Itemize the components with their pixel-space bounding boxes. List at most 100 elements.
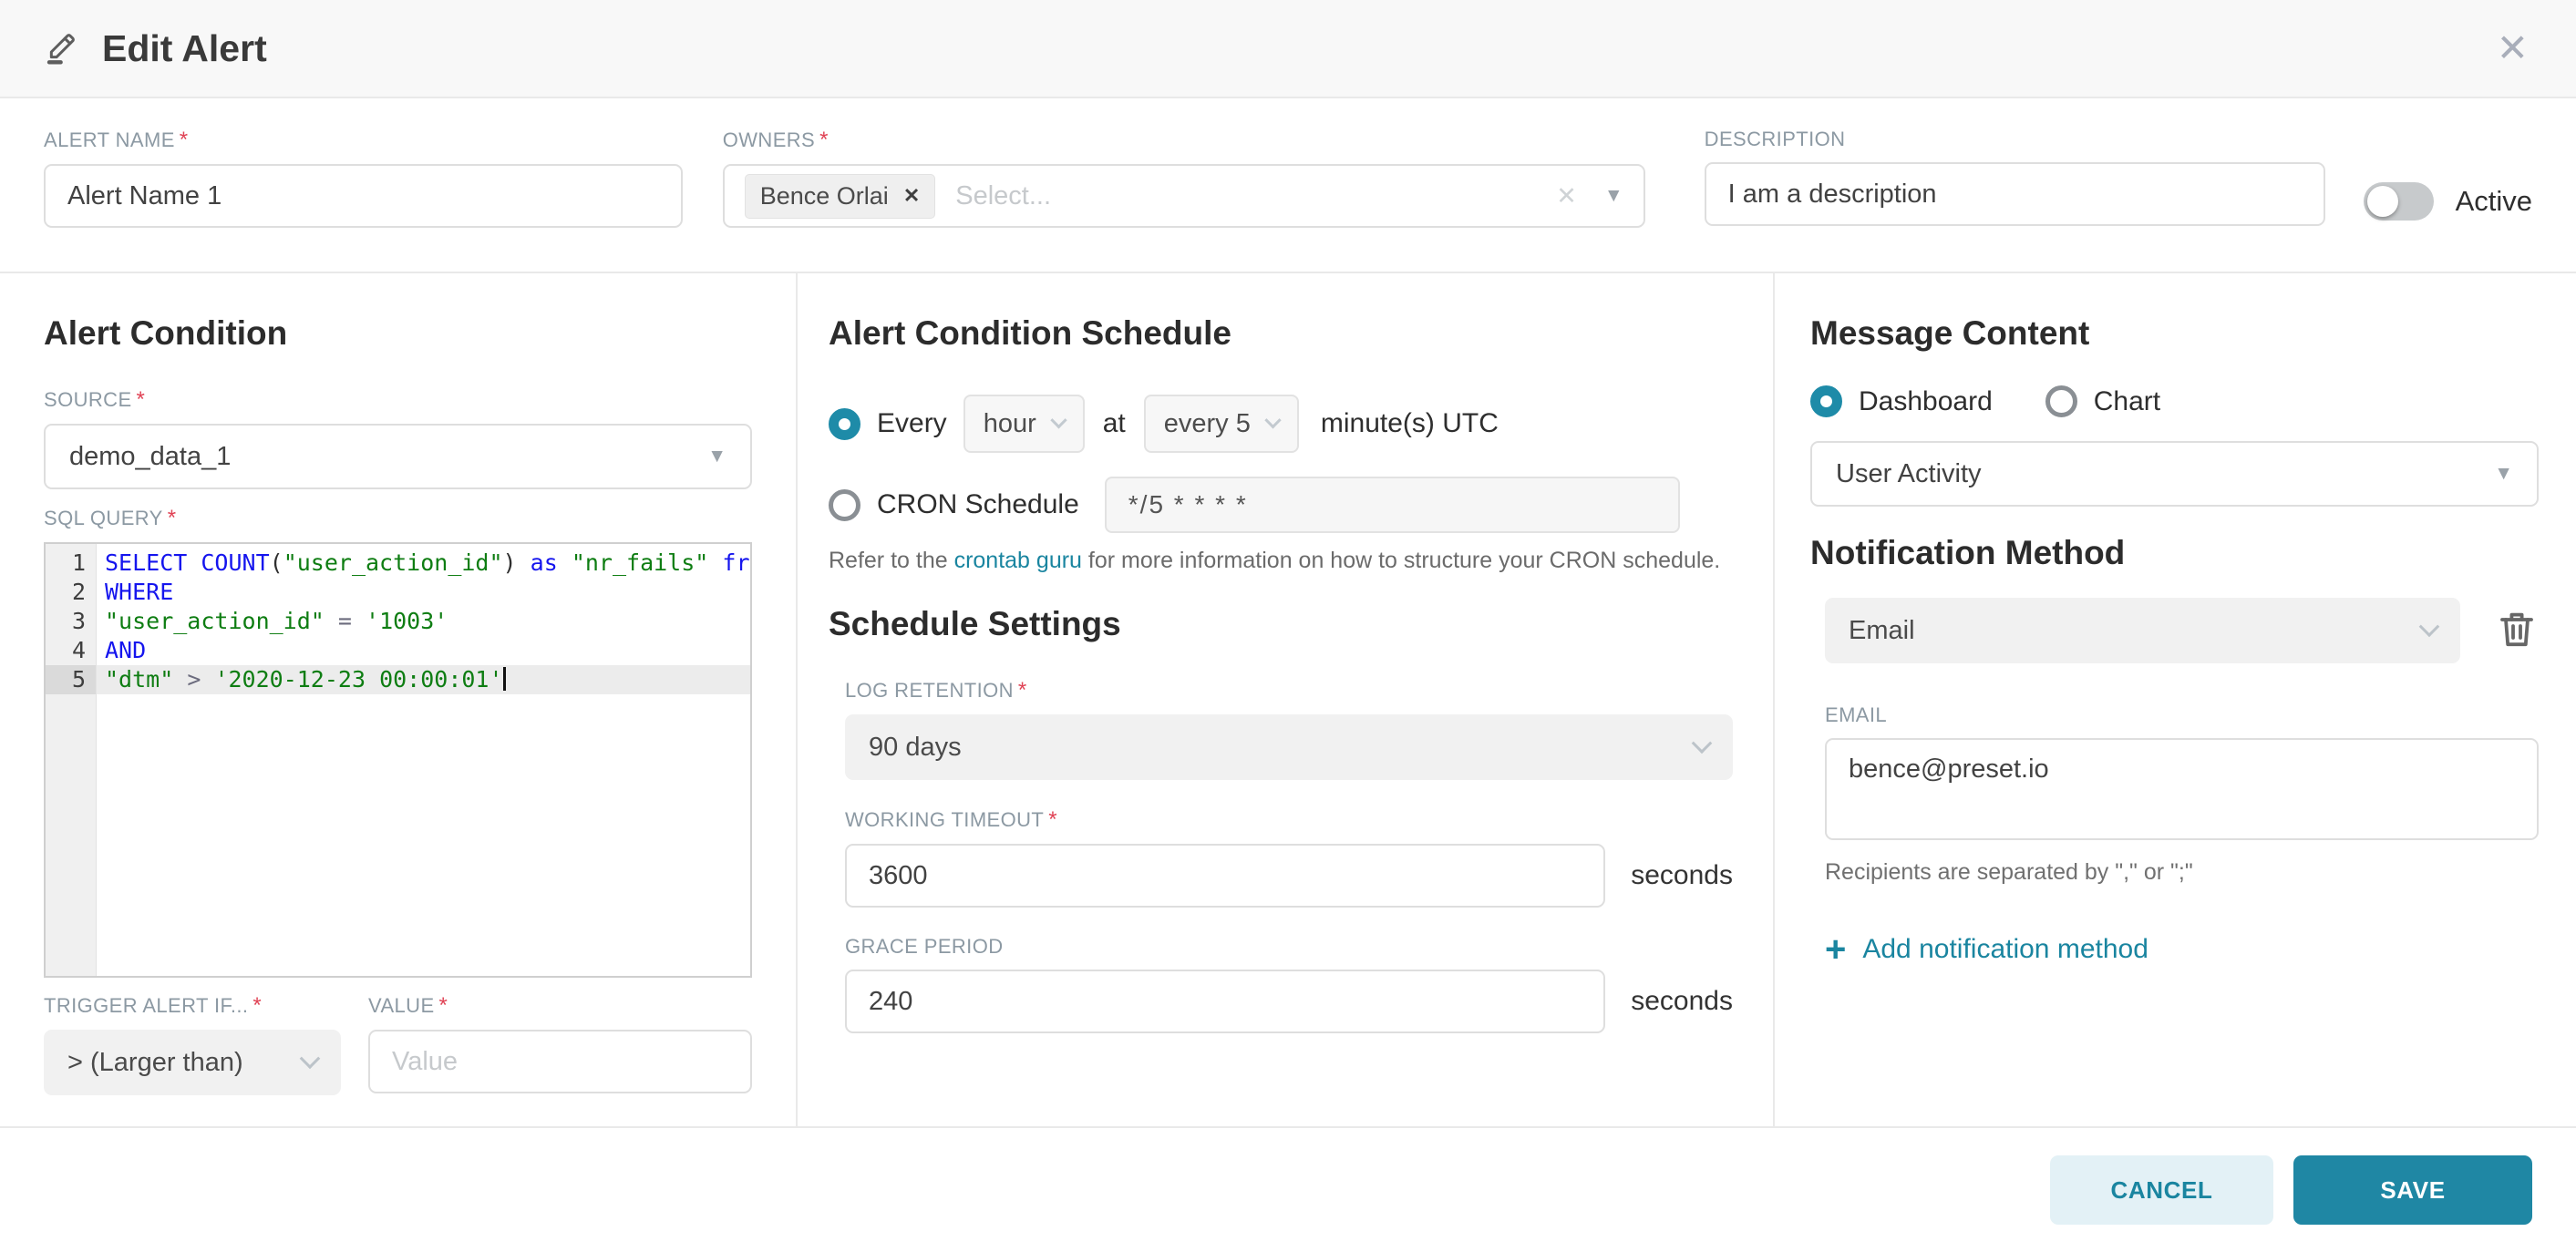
alert-name-label: ALERT NAME * [44,128,189,152]
grace-period-label: GRACE PERIOD [845,935,1004,958]
working-timeout-label: WORKING TIMEOUT * [845,807,1058,832]
chart-radio-label: Chart [2093,385,2161,416]
source-label: SOURCE * [44,387,146,412]
active-toggle[interactable] [2363,182,2434,221]
trigger-operator-select[interactable]: > (Larger than) [44,1030,341,1095]
email-label: EMAIL [1825,703,1888,726]
required-asterisk: * [819,128,829,152]
alert-name-input[interactable] [44,164,683,228]
add-notification-method-label: Add notification method [1862,934,2148,964]
owner-tag-label: Bence Orlai [759,181,889,210]
dashboard-select-value: User Activity [1836,458,1982,488]
owners-label: OWNERS * [722,128,829,152]
chevron-down-icon [2418,616,2440,638]
modal-title: Edit Alert [102,26,267,69]
cron-radio[interactable] [829,488,860,521]
required-asterisk: * [136,387,146,412]
sql-code-line: "dtm" > '2020-12-23 00:00:01' [97,665,750,694]
recipients-help-text: Recipients are separated by "," or ";" [1825,859,2193,885]
gutter-line-number: 3 [71,608,86,634]
dashboard-select[interactable]: User Activity ▼ [1810,441,2539,507]
owner-tag: Bence Orlai ✕ [744,173,936,219]
message-content-section: Message Content Dashboard Chart User Act… [1775,273,2576,1126]
crontab-guru-link[interactable]: crontab guru [954,548,1082,573]
email-recipients-input[interactable]: bence@preset.io [1825,738,2539,840]
active-toggle-label: Active [2455,185,2532,217]
dashboard-radio-label: Dashboard [1859,385,1993,416]
chevron-down-icon [1050,411,1067,428]
schedule-heading: Alert Condition Schedule [829,314,1231,352]
alert-condition-section: Alert Condition SOURCE * demo_data_1 ▼ SQ… [0,273,798,1126]
value-label: VALUE * [368,993,448,1018]
dashboard-radio[interactable] [1810,385,1842,417]
cron-help-text: Refer to the crontab guru for more infor… [829,548,1721,573]
close-icon[interactable]: ✕ [2497,29,2529,67]
alert-condition-heading: Alert Condition [44,314,288,352]
cron-expression-input[interactable] [1104,477,1680,533]
save-button[interactable]: SAVE [2293,1155,2532,1225]
gutter-line-number: 4 [71,637,86,663]
interval-unit-value: hour [983,408,1036,438]
gutter-line-number: 2 [71,579,86,605]
notification-method-select[interactable]: Email [1825,598,2460,663]
trash-icon[interactable] [2495,607,2539,655]
owners-select[interactable]: Bence Orlai ✕ Select... ✕ ▼ [722,164,1645,228]
required-asterisk: * [438,993,448,1018]
sql-query-label: SQL QUERY * [44,506,177,530]
gutter-line-number: 1 [71,549,86,576]
required-asterisk: * [167,506,177,530]
working-timeout-input[interactable] [845,844,1606,908]
text-cursor [502,667,506,691]
schedule-settings-heading: Schedule Settings [829,605,1121,642]
sql-editor[interactable]: 1 2 3 45 SELECT COUNT("user_action_id") as … [44,542,752,978]
trigger-operator-value: > (Larger than) [67,1047,243,1077]
top-fields-row: ALERT NAME* OWNERS* Bence Orlai ✕ Select… [0,98,2576,273]
sql-code-line: WHERE [105,579,174,605]
cancel-button[interactable]: CANCEL [2050,1155,2273,1225]
add-notification-method-link[interactable]: + Add notification method [1825,931,2539,968]
required-asterisk: * [179,128,189,152]
every-radio[interactable] [829,407,860,440]
notification-method-value: Email [1849,615,1915,645]
source-select[interactable]: demo_data_1 ▼ [44,424,752,489]
modal-footer: CANCEL SAVE [0,1126,2576,1252]
required-asterisk: * [1048,807,1058,832]
log-retention-select[interactable]: 90 days [845,714,1733,780]
description-label: DESCRIPTION [1704,128,1846,150]
sql-code[interactable]: SELECT COUNT("user_action_id") as "nr_fa… [97,544,750,976]
cron-radio-label: CRON Schedule [877,489,1079,519]
chevron-down-icon[interactable]: ▼ [1604,185,1623,207]
sql-gutter: 1 2 3 45 [46,544,97,976]
owners-placeholder: Select... [955,180,1052,210]
chevron-down-icon [1691,733,1713,754]
grace-period-unit: seconds [1631,986,1733,1016]
required-asterisk: * [252,993,263,1018]
schedule-section: Alert Condition Schedule Every hour at e… [798,273,1775,1126]
log-retention-label: LOG RETENTION * [845,678,1027,703]
toggle-knob [2366,186,2398,217]
trigger-label: TRIGGER ALERT IF... * [44,993,263,1018]
sql-code-line: "user_action_id" = '1003' [105,608,448,634]
gutter-line-number: 5 [46,665,96,694]
working-timeout-unit: seconds [1631,860,1733,890]
edit-pencil-icon [44,28,80,69]
caret-down-icon: ▼ [707,446,726,467]
interval-unit-select[interactable]: hour [963,395,1085,453]
modal-body: Alert Condition SOURCE * demo_data_1 ▼ SQ… [0,273,2576,1126]
clear-owners-icon[interactable]: ✕ [1556,182,1577,210]
caret-down-icon: ▼ [2494,463,2513,484]
message-content-heading: Message Content [1810,314,2090,352]
sql-code-line: AND [105,637,147,663]
at-label: at [1102,408,1126,438]
interval-minute-value: every 5 [1163,408,1251,438]
threshold-value-input[interactable] [368,1030,752,1093]
chart-radio[interactable] [2045,385,2077,417]
every-radio-label: Every [877,408,947,438]
grace-period-input[interactable] [845,970,1606,1033]
source-value: demo_data_1 [69,441,232,471]
chevron-down-icon [1264,411,1282,428]
remove-owner-icon[interactable]: ✕ [903,184,920,208]
description-input[interactable] [1704,162,2325,226]
interval-minute-select[interactable]: every 5 [1143,395,1299,453]
required-asterisk: * [1017,678,1027,703]
